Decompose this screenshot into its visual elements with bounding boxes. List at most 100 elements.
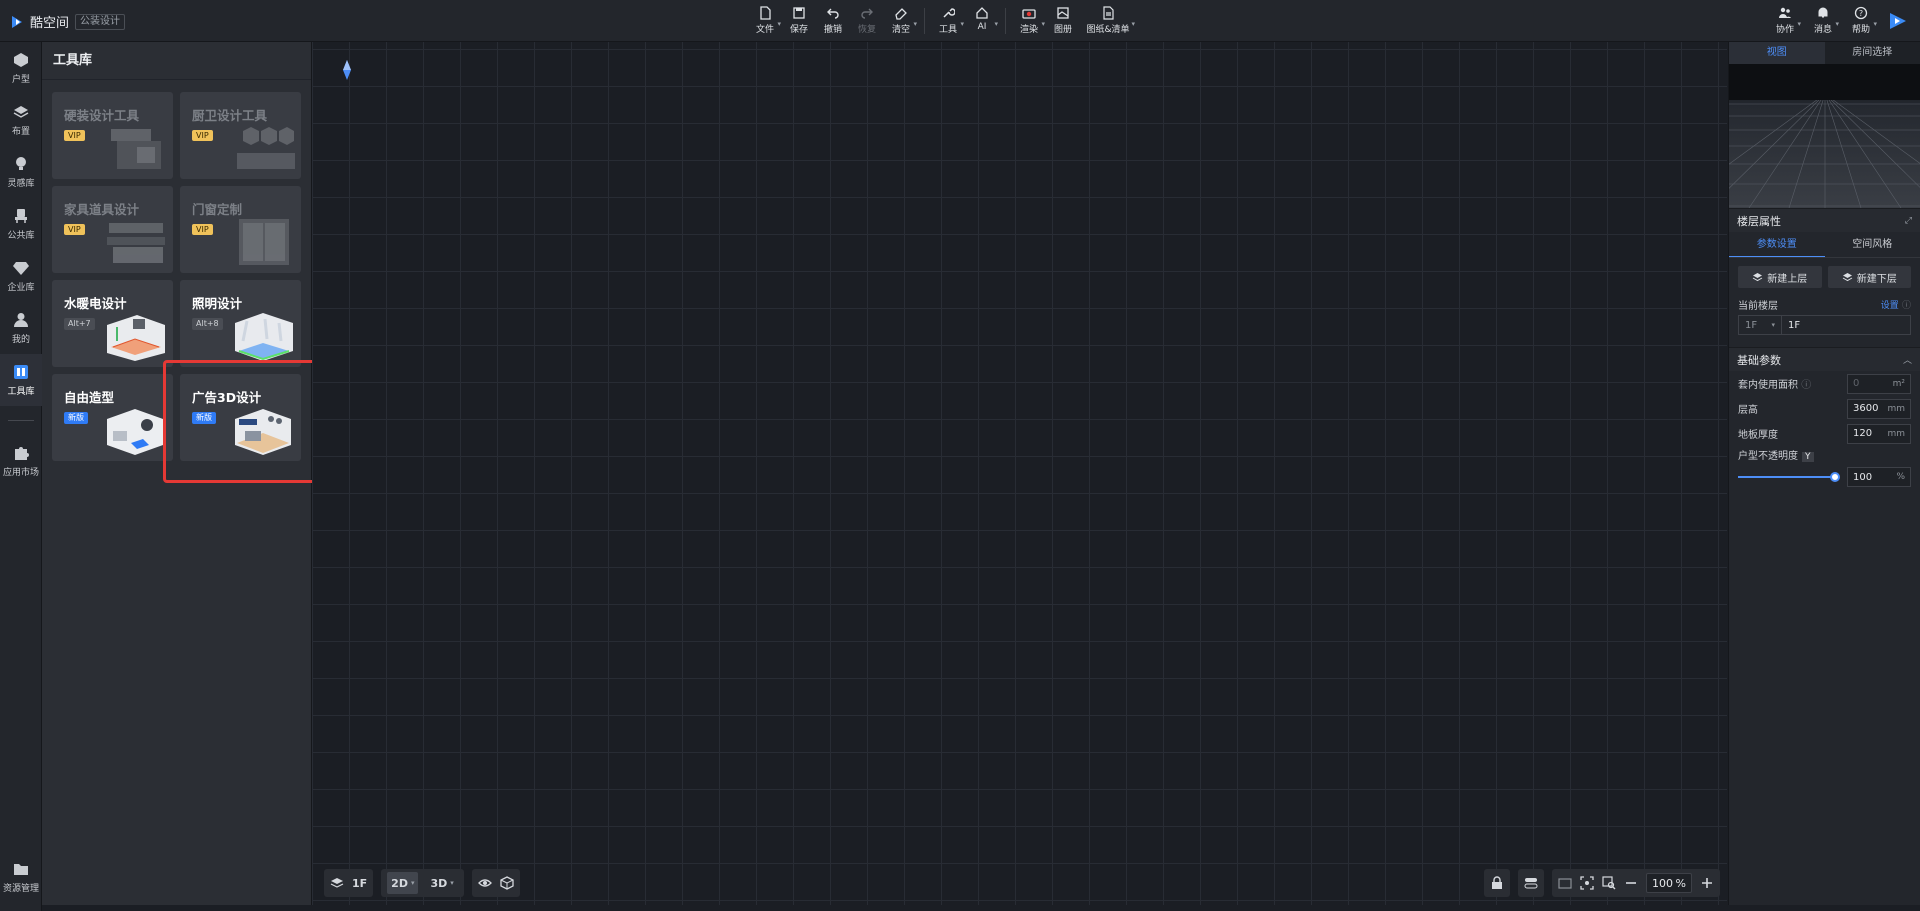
chevron-down-icon: ▾ [960, 20, 964, 28]
render-button[interactable]: 渲染 ▾ [1012, 6, 1046, 36]
slab-field[interactable]: 120 mm [1847, 423, 1911, 444]
height-field[interactable]: 3600 mm [1847, 398, 1911, 419]
help-button[interactable]: ? 帮助 ▾ [1844, 6, 1878, 36]
zoom-unit: % [1675, 876, 1686, 890]
chevron-down-icon: ▾ [1835, 20, 1839, 28]
tool-card-furniture-props[interactable]: 家具道具设计 VIP [52, 186, 173, 273]
tool-card-hard-decoration[interactable]: 硬装设计工具 VIP [52, 92, 173, 179]
top-toolbar: 酷空间 公装设计 文件 ▾ 保存 撤销 恢复 清空 ▾ 工具 ▾ AI ▾ 渲染… [0, 0, 1920, 42]
floor-name-input[interactable]: 1F [1782, 315, 1911, 335]
3d-preview[interactable] [1729, 64, 1920, 208]
floor-properties-title: 楼层属性 [1737, 214, 1781, 228]
fit-screen-icon[interactable] [1580, 876, 1594, 890]
tab-parameters[interactable]: 参数设置 [1729, 232, 1825, 257]
messages-label: 消息 [1813, 25, 1832, 35]
chevron-down-icon: ▾ [994, 20, 998, 28]
redo-button[interactable]: 恢复 [850, 6, 884, 36]
rail-item-floorplan[interactable]: 户型 [0, 42, 42, 94]
toolbox-icon [14, 365, 28, 379]
rail-item-inspiration[interactable]: 灵感库 [0, 146, 42, 198]
rail-item-public-library[interactable]: 公共库 [0, 198, 42, 250]
card-name: 硬装设计工具 [64, 108, 140, 123]
rail-item-layout[interactable]: 布置 [0, 94, 42, 146]
door-window-thumbnail [239, 219, 289, 265]
basic-params-title: 基础参数 [1737, 353, 1781, 367]
gallery-button[interactable]: 图册 [1046, 6, 1080, 36]
box-view-icon[interactable] [500, 876, 514, 890]
lightbulb-icon [16, 157, 26, 170]
app-logo[interactable]: 酷空间 公装设计 [10, 12, 126, 31]
chevron-down-icon: ▾ [410, 879, 415, 887]
undo-label: 撤销 [823, 25, 842, 35]
rail-item-mine[interactable]: 我的 [0, 302, 42, 354]
redo-icon [861, 8, 873, 19]
inner-area-row: 套内使用面积 ⓘ 0 m² [1729, 373, 1920, 394]
rename-link[interactable]: 设置 [1881, 301, 1899, 311]
tab-room-select[interactable]: 房间选择 [1825, 42, 1920, 64]
clear-label: 清空 [891, 25, 910, 35]
drawings-button[interactable]: 图纸&清单 ▾ [1080, 6, 1136, 36]
tool-card-free-modeling[interactable]: 自由造型 新版 [52, 374, 173, 461]
account-tools: 协作 ▾ 消息 ▾ ? 帮助 ▾ [1768, 6, 1910, 36]
svg-text:?: ? [1859, 9, 1863, 18]
mode-3d-label: 3D [430, 876, 448, 890]
tool-card-kitchen-bath[interactable]: 厨卫设计工具 VIP [180, 92, 301, 179]
mode-3d-button[interactable]: 3D ▾ [426, 872, 457, 894]
card-name: 水暖电设计 [64, 296, 127, 311]
save-button[interactable]: 保存 [782, 6, 816, 36]
clear-button[interactable]: 清空 ▾ [884, 6, 918, 36]
opacity-slider-row: 100% [1729, 465, 1920, 489]
rail-item-enterprise-library[interactable]: 企业库 [0, 250, 42, 302]
opacity-slider[interactable] [1738, 472, 1840, 482]
free-modeling-thumbnail [107, 409, 163, 455]
rail-item-app-market[interactable]: 应用市场 [0, 435, 42, 487]
floor-prefix-select[interactable]: 1F ▾ [1738, 315, 1782, 335]
slider-knob[interactable] [1830, 472, 1840, 482]
expand-icon[interactable]: ⤢ [1905, 216, 1912, 226]
panel-title: 工具库 [42, 42, 311, 80]
eye-icon[interactable] [477, 876, 492, 890]
plumbing-electric-thumbnail [107, 315, 165, 361]
card-name: 自由造型 [64, 390, 115, 405]
image-icon[interactable] [1558, 876, 1572, 890]
opacity-field[interactable]: 100% [1847, 467, 1911, 487]
design-canvas[interactable] [312, 42, 1727, 905]
rail-item-toolbox[interactable]: 工具库 [0, 354, 42, 406]
toggle-icon[interactable] [1524, 876, 1538, 890]
rail-label: 我的 [11, 335, 30, 345]
tab-space-style[interactable]: 空间风格 [1825, 232, 1920, 257]
bell-icon [1818, 7, 1828, 18]
collab-button[interactable]: 协作 ▾ [1768, 6, 1802, 36]
tool-card-lighting[interactable]: 照明设计 Alt+8 [180, 280, 301, 367]
lock-icon[interactable] [1490, 876, 1504, 890]
brand-logo-icon[interactable] [1886, 9, 1910, 33]
messages-button[interactable]: 消息 ▾ [1806, 6, 1840, 36]
zoom-out-icon[interactable] [1624, 876, 1638, 890]
vip-badge: VIP [192, 224, 213, 235]
hard-decoration-thumbnail [111, 129, 161, 169]
chevron-down-icon: ▾ [1131, 20, 1135, 28]
undo-icon [827, 8, 839, 19]
add-floor-above-button[interactable]: 新建上层 [1738, 266, 1822, 288]
ai-button[interactable]: AI ▾ [965, 6, 999, 36]
floor-switcher[interactable]: 1F [324, 869, 374, 897]
basic-params-header[interactable]: 基础参数 ︿ [1729, 347, 1920, 371]
tab-view[interactable]: 视图 [1729, 42, 1825, 64]
help-icon: ? [1854, 6, 1868, 20]
zoom-input[interactable]: 100% [1646, 873, 1692, 893]
mode-2d-button[interactable]: 2D ▾ [387, 872, 419, 894]
rail-item-assets[interactable]: 资源管理 [0, 851, 42, 903]
add-floor-below-button[interactable]: 新建下层 [1827, 266, 1911, 288]
zoom-in-icon[interactable] [1700, 876, 1714, 890]
left-nav-rail: 户型 布置 灵感库 公共库 企业库 我的 工具库 应用市场 资源管理 [0, 42, 42, 911]
floor-selector: 1F ▾ 1F [1729, 315, 1920, 335]
tools-button[interactable]: 工具 ▾ [931, 6, 965, 36]
card-name: 门窗定制 [192, 202, 243, 217]
file-button[interactable]: 文件 ▾ [748, 6, 782, 36]
chevron-down-icon: ▾ [1797, 20, 1801, 28]
zoom-region-icon[interactable] [1602, 876, 1616, 890]
tool-card-door-window[interactable]: 门窗定制 VIP [180, 186, 301, 273]
undo-button[interactable]: 撤销 [816, 6, 850, 36]
rail-label: 户型 [11, 75, 30, 85]
tool-card-plumbing-electric[interactable]: 水暖电设计 Alt+7 [52, 280, 173, 367]
